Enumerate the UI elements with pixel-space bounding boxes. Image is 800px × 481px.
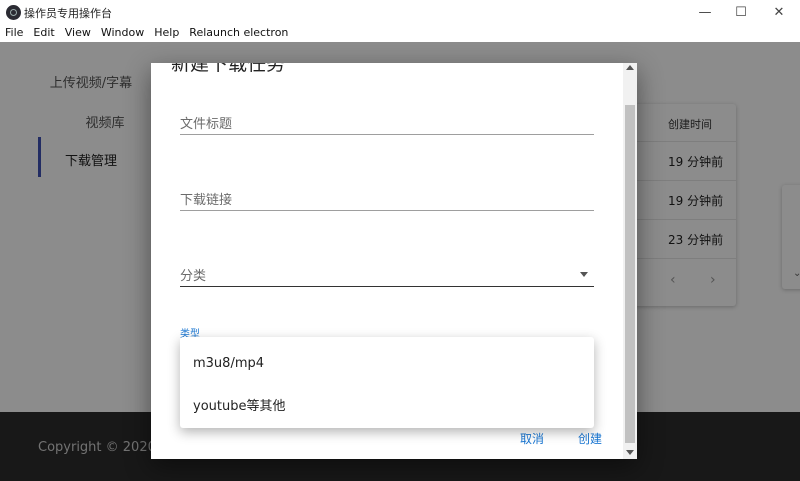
scroll-up-icon[interactable] (626, 65, 634, 70)
type-option-m3u8-mp4[interactable]: m3u8/mp4 (193, 356, 264, 371)
close-icon: ✕ (773, 4, 785, 20)
dialog-scrollbar[interactable] (623, 63, 637, 459)
download-link-label: 下载链接 (180, 193, 233, 208)
file-title-field[interactable]: 文件标题 (180, 113, 594, 137)
maximize-icon: ☐ (735, 4, 747, 20)
menu-file[interactable]: File (0, 24, 28, 42)
scroll-thumb[interactable] (625, 105, 635, 443)
category-select[interactable]: 分类 (180, 265, 594, 289)
menu-view[interactable]: View (60, 24, 96, 42)
app-icon (6, 5, 21, 20)
category-label: 分类 (180, 269, 207, 284)
dropdown-arrow-icon (580, 272, 588, 277)
scroll-down-icon[interactable] (626, 450, 634, 455)
file-title-label: 文件标题 (180, 117, 233, 132)
type-dropdown-menu: m3u8/mp4 youtube等其他 (180, 337, 594, 428)
title-bar: 操作员专用操作台 — ☐ ✕ (0, 0, 800, 24)
menu-relaunch-electron[interactable]: Relaunch electron (184, 24, 293, 42)
cancel-button[interactable]: 取消 (520, 430, 544, 447)
dialog-title: 新建下载任务 (171, 63, 286, 75)
download-link-field[interactable]: 下载链接 (180, 189, 594, 213)
close-window-button[interactable]: ✕ (760, 0, 798, 24)
menu-help[interactable]: Help (149, 24, 184, 42)
create-button[interactable]: 创建 (578, 430, 602, 447)
type-option-youtube-other[interactable]: youtube等其他 (193, 395, 285, 414)
window-title: 操作员专用操作台 (24, 7, 112, 20)
minimize-icon: — (698, 4, 712, 20)
category-underline (180, 286, 594, 287)
file-title-underline (180, 134, 594, 135)
minimize-button[interactable]: — (686, 0, 724, 24)
maximize-button[interactable]: ☐ (722, 0, 760, 24)
menu-edit[interactable]: Edit (28, 24, 59, 42)
menu-window[interactable]: Window (96, 24, 149, 42)
menu-bar: File Edit View Window Help Relaunch elec… (0, 24, 800, 42)
download-link-underline (180, 210, 594, 211)
